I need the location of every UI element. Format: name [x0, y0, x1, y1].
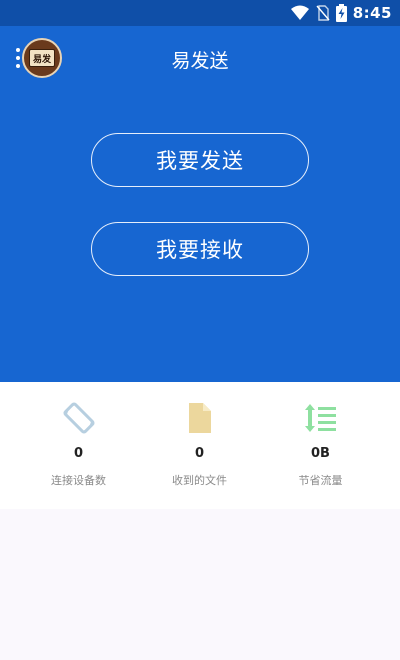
stat-received-files: 0 收到的文件 [133, 382, 266, 509]
status-bar: 8:45 [0, 0, 400, 26]
stat-saved-traffic: 0B 节省流量 [254, 382, 387, 509]
stat-value: 0B [311, 446, 330, 461]
wifi-icon [290, 5, 309, 20]
send-button[interactable]: 我要发送 [91, 133, 309, 187]
stats-panel: 0 连接设备数 0 收到的文件 0B 节省流量 [0, 382, 400, 509]
receive-button[interactable]: 我要接收 [91, 222, 309, 276]
screen-rotation-icon [62, 402, 95, 434]
sort-lines-icon [304, 404, 336, 432]
no-sim-icon [316, 5, 330, 21]
stat-label: 收到的文件 [172, 474, 227, 487]
status-icons: 8:45 [290, 0, 392, 26]
status-time: 8:45 [352, 4, 392, 22]
stat-connected-devices: 0 连接设备数 [12, 382, 145, 509]
stat-value: 0 [73, 446, 84, 461]
battery-charging-icon [335, 4, 347, 22]
stat-label: 连接设备数 [51, 474, 106, 487]
stat-value: 0 [194, 446, 205, 461]
page-title: 易发送 [171, 50, 229, 72]
file-icon [188, 403, 211, 433]
stat-label: 节省流量 [298, 474, 343, 487]
hero-panel [0, 26, 400, 382]
